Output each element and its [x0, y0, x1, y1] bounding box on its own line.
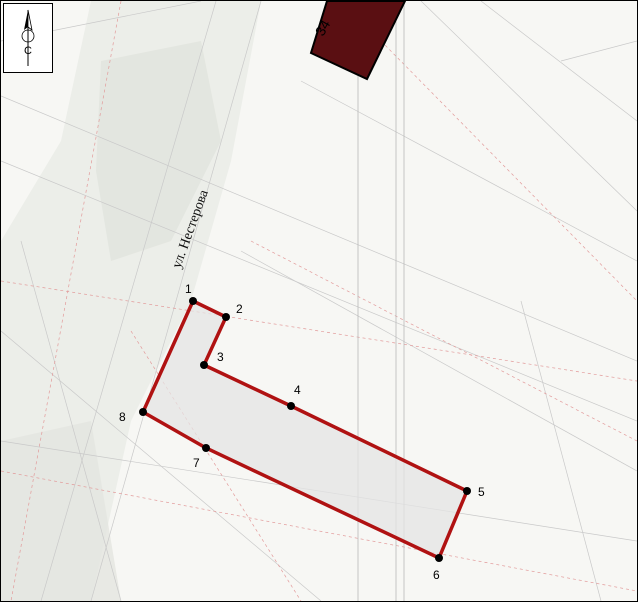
vertex-label: 3 [217, 350, 224, 364]
north-arrow-box: С [3, 3, 53, 73]
north-label: С [24, 45, 32, 57]
map-frame: 34 ул. Нестерова 1 2 3 4 5 6 7 8 С [0, 0, 638, 602]
vertex-label: 1 [185, 282, 192, 296]
vertex-7[interactable] [202, 444, 210, 452]
vertex-1[interactable] [189, 297, 197, 305]
vertex-label: 7 [193, 456, 200, 470]
vertex-label: 2 [236, 302, 243, 316]
vertex-label: 4 [294, 383, 301, 397]
vertex-3[interactable] [200, 361, 208, 369]
vertex-label: 6 [433, 568, 440, 582]
vertex-6[interactable] [435, 554, 443, 562]
vertex-5[interactable] [463, 487, 471, 495]
map-canvas[interactable]: 34 ул. Нестерова 1 2 3 4 5 6 7 8 [1, 1, 637, 601]
north-arrow-icon [21, 9, 35, 66]
vertex-2[interactable] [222, 313, 230, 321]
vertex-label: 8 [119, 410, 126, 424]
vertex-8[interactable] [139, 408, 147, 416]
vertex-4[interactable] [287, 402, 295, 410]
vertex-label: 5 [478, 485, 485, 499]
